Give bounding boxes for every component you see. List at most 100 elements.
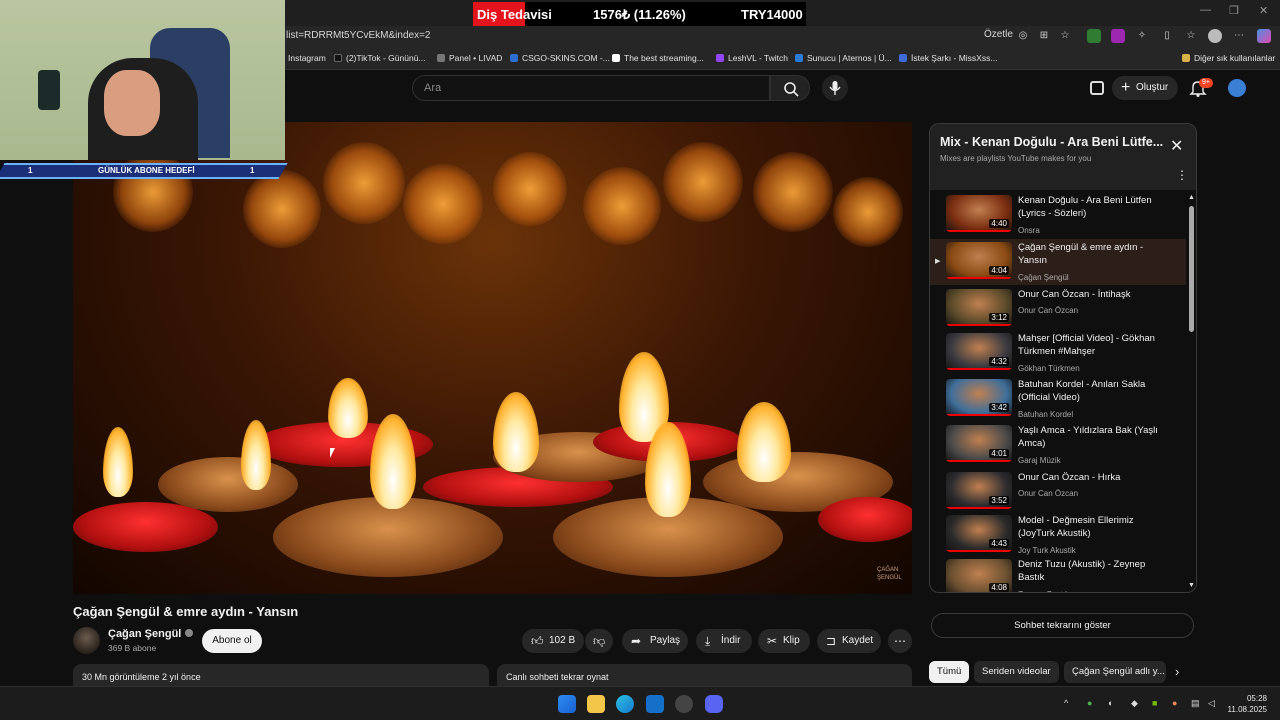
tray-overflow-icon[interactable]: ^ bbox=[1064, 698, 1068, 708]
discord-icon[interactable] bbox=[705, 695, 723, 713]
bookmark-istek-sarki[interactable]: İstek Şarkı - MissXss... bbox=[899, 53, 997, 63]
url-field[interactable]: list=RDRRMt5YCvEkM&index=2 bbox=[286, 30, 431, 41]
playlist-header: Mix - Kenan Doğulu - Ara Beni Lütfe... M… bbox=[930, 124, 1196, 190]
bookmark-tiktok[interactable]: (2)TikTok - Gününü... bbox=[334, 53, 426, 63]
create-button[interactable]: Oluştur bbox=[1112, 76, 1178, 100]
show-chat-replay-button[interactable]: Sohbet tekrarını göster bbox=[931, 613, 1194, 638]
obs-icon[interactable] bbox=[675, 695, 693, 713]
duration-badge: 3:52 bbox=[989, 496, 1009, 505]
playlist-item[interactable]: 4:32 Mahşer [Official Video] - Gökhan Tür… bbox=[930, 330, 1186, 376]
minimize-icon[interactable]: — bbox=[1200, 4, 1211, 16]
playlist-thumbnail: 4:04 bbox=[946, 242, 1012, 279]
playlist-item-title: Yaşlı Amca - Yıldızlara Bak (Yaşlı Amca) bbox=[1018, 425, 1158, 449]
playlist-item[interactable]: 3:42 Batuhan Kordel - Anıları Sakla (Offi… bbox=[930, 376, 1186, 422]
search-button[interactable] bbox=[770, 75, 810, 101]
playlist-item-title: Deniz Tuzu (Akustik) - Zeynep Bastık bbox=[1018, 559, 1146, 583]
summarize-button[interactable]: Özetle bbox=[984, 29, 1013, 40]
system-clock[interactable]: 05:28 11.08.2025 bbox=[1225, 693, 1267, 715]
tray-nvidia-icon[interactable]: ■ bbox=[1152, 698, 1157, 708]
scroll-down-icon[interactable]: ▼ bbox=[1188, 582, 1195, 589]
video-watermark: ÇAĞAN ŞENGÜL bbox=[877, 567, 902, 581]
volume-icon[interactable]: ◁ bbox=[1208, 698, 1215, 709]
playlist-item-title: Onur Can Özcan - İntihaşk bbox=[1018, 289, 1131, 300]
playlist-more-icon[interactable]: ⋮ bbox=[1176, 168, 1188, 182]
more-horizontal-icon: ⋯ bbox=[894, 634, 906, 648]
more-menu-icon[interactable]: ⋯ bbox=[1232, 29, 1246, 43]
playlist-thumbnail: 4:08 bbox=[946, 559, 1012, 592]
channel-avatar[interactable] bbox=[73, 627, 100, 654]
subscriber-goal-text: 1 GÜNLÜK ABONE HEDEFİ 1 bbox=[0, 165, 283, 177]
bookmark-twitch[interactable]: LeshVL - Twitch bbox=[716, 53, 788, 63]
favorites-icon[interactable]: ☆ bbox=[1184, 29, 1198, 43]
download-button[interactable]: ⤓ İndir bbox=[696, 629, 752, 653]
more-actions-button[interactable]: ⋯ bbox=[888, 629, 912, 653]
close-window-icon[interactable]: ✕ bbox=[1259, 4, 1268, 17]
goal-current: 1 bbox=[28, 166, 33, 175]
playlist-item[interactable]: 3:12 Onur Can Özcan - İntihaşk Onur Can Öz… bbox=[930, 286, 1186, 332]
thumbs-up-icon: 👍︎ bbox=[531, 634, 544, 648]
download-icon: ⤓ bbox=[705, 634, 711, 648]
extension-twitch-icon[interactable] bbox=[1111, 29, 1125, 43]
copilot-icon[interactable] bbox=[1257, 29, 1271, 43]
maximize-icon[interactable]: ❐ bbox=[1229, 4, 1239, 17]
clock-date: 11.08.2025 bbox=[1227, 705, 1267, 714]
reader-icon[interactable]: ◎ bbox=[1016, 29, 1030, 43]
tray-steam-icon[interactable]: ◐ bbox=[1108, 698, 1113, 708]
search-input[interactable]: Ara bbox=[412, 75, 770, 101]
playlist-scrollbar[interactable] bbox=[1189, 206, 1194, 332]
chip-series[interactable]: Seriden videolar bbox=[974, 661, 1059, 683]
cast-icon[interactable] bbox=[1090, 81, 1104, 95]
playlist-item[interactable]: 3:52 Onur Can Özcan - Hırka Onur Can Özcan bbox=[930, 469, 1186, 515]
outlook-icon[interactable] bbox=[646, 695, 664, 713]
bookmark-streaming[interactable]: The best streaming... bbox=[612, 53, 704, 63]
playlist-item-channel: Gökhan Türkmen bbox=[1018, 364, 1080, 373]
start-icon[interactable] bbox=[558, 695, 576, 713]
chip-channel[interactable]: Çağan Şengül adlı y... bbox=[1064, 661, 1166, 683]
tray-app2-icon[interactable]: ◆ bbox=[1131, 698, 1138, 709]
scroll-up-icon[interactable]: ▲ bbox=[1188, 194, 1195, 201]
video-player[interactable]: ÇAĞAN ŞENGÜL bbox=[73, 122, 912, 594]
close-playlist-icon[interactable]: ✕ bbox=[1170, 136, 1183, 156]
playlist-thumbnail: 3:52 bbox=[946, 472, 1012, 509]
apps-icon[interactable]: ⊞ bbox=[1037, 29, 1051, 43]
chevron-right-icon[interactable]: › bbox=[1175, 664, 1179, 679]
bookmark-instagram[interactable]: Instagram bbox=[288, 53, 326, 63]
bookmark-livad[interactable]: Panel • LIVAD bbox=[437, 53, 502, 63]
share-button[interactable]: ➦ Paylaş bbox=[622, 629, 688, 653]
save-button[interactable]: ⊐ Kaydet bbox=[817, 629, 881, 653]
bookmark-aternos[interactable]: Sunucu | Aternos | Ü... bbox=[795, 53, 892, 63]
tray-app-icon[interactable]: ● bbox=[1087, 698, 1092, 708]
playlist-title[interactable]: Mix - Kenan Doğulu - Ara Beni Lütfe... bbox=[940, 135, 1163, 149]
playlist-item[interactable]: ▶ 4:04 Çağan Şengül & emre aydın - Yansın Ç… bbox=[930, 239, 1186, 285]
bookmark-csgo-skins[interactable]: CSGO-SKINS.COM -... bbox=[510, 53, 610, 63]
playlist-item-title: Mahşer [Official Video] - Gökhan Türkmen… bbox=[1018, 333, 1155, 357]
file-explorer-icon[interactable] bbox=[587, 695, 605, 713]
dislike-button[interactable]: 👎︎ bbox=[585, 629, 613, 653]
favorite-star-icon[interactable]: ☆ bbox=[1058, 29, 1072, 43]
subscribe-button[interactable]: Abone ol bbox=[202, 629, 262, 653]
voice-search-button[interactable] bbox=[822, 75, 848, 101]
playlist-item[interactable]: 4:08 Deniz Tuzu (Akustik) - Zeynep Bastık… bbox=[930, 556, 1186, 592]
other-bookmarks-folder[interactable]: Diğer sık kullanılanlar bbox=[1182, 53, 1275, 63]
search-icon bbox=[784, 82, 799, 97]
clip-button[interactable]: ✂ Klip bbox=[758, 629, 810, 653]
profile-icon[interactable] bbox=[1208, 29, 1222, 43]
extension-shield-icon[interactable] bbox=[1087, 29, 1101, 43]
split-screen-icon[interactable]: ▯ bbox=[1160, 29, 1174, 43]
thumbs-down-icon: 👎︎ bbox=[593, 634, 606, 648]
chip-all[interactable]: Tümü bbox=[929, 661, 970, 683]
ticker-total: TRY14000 bbox=[741, 7, 803, 22]
tray-mic-icon[interactable]: ● bbox=[1172, 698, 1177, 708]
extensions-puzzle-icon[interactable]: ✧ bbox=[1135, 29, 1149, 43]
like-button[interactable]: 👍︎ 102 B bbox=[522, 629, 584, 653]
account-avatar[interactable] bbox=[1228, 79, 1246, 97]
edge-icon[interactable] bbox=[616, 695, 634, 713]
playlist-thumbnail: 4:43 bbox=[946, 515, 1012, 552]
playlist-thumbnail: 4:01 bbox=[946, 425, 1012, 462]
playlist-item[interactable]: 4:43 Model - Değmesin Ellerimiz (JoyTurk … bbox=[930, 512, 1186, 558]
network-icon[interactable]: ▤ bbox=[1191, 698, 1200, 709]
channel-name[interactable]: Çağan Şengül bbox=[108, 628, 194, 640]
playlist-item[interactable]: 4:01 Yaşlı Amca - Yıldızlara Bak (Yaşlı A… bbox=[930, 422, 1186, 468]
playlist-item[interactable]: 4:40 Kenan Doğulu - Ara Beni Lütfen (Lyri… bbox=[930, 192, 1186, 238]
microphone-icon bbox=[829, 81, 841, 95]
